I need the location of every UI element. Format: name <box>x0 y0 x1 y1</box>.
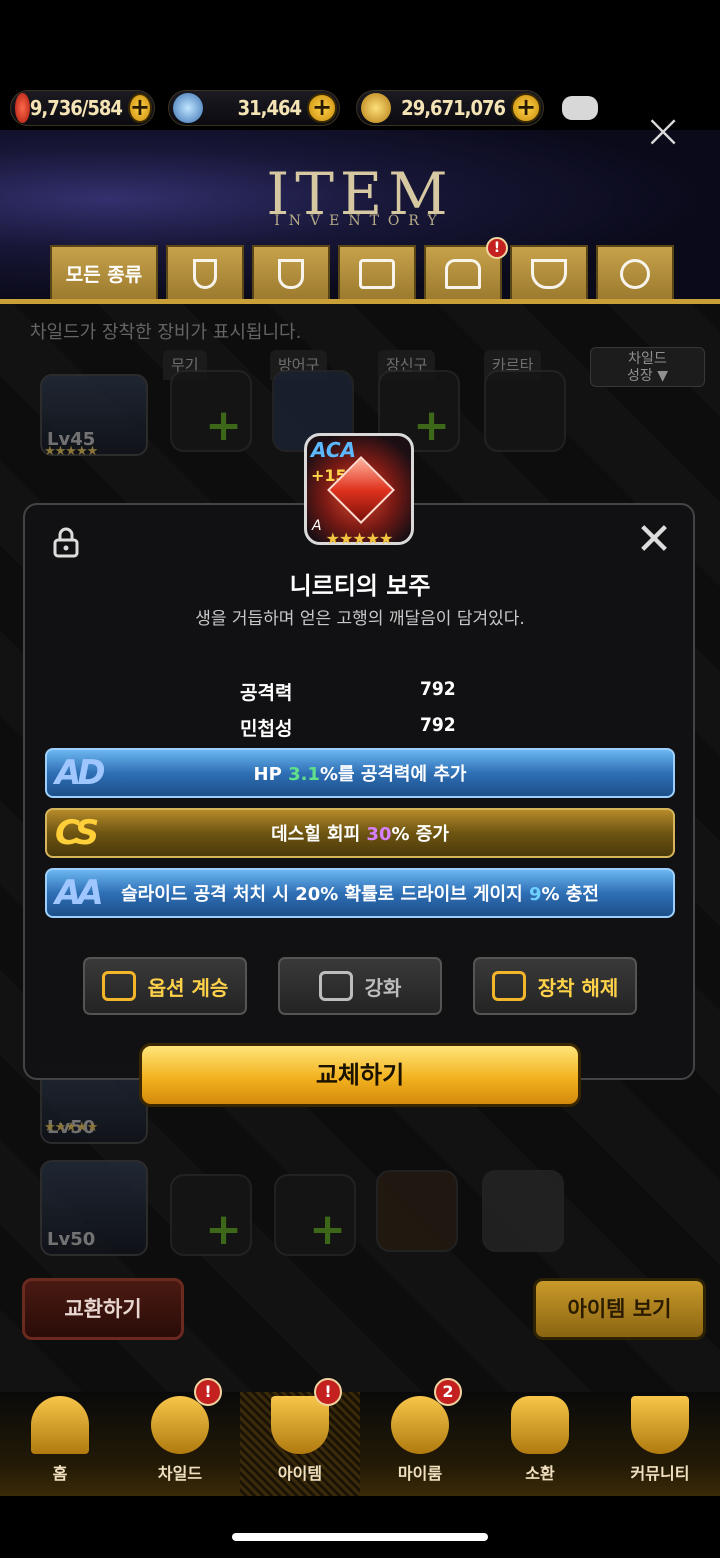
lock-icon[interactable] <box>50 526 82 558</box>
popup-close-icon[interactable]: ✕ <box>632 518 676 564</box>
option-row: AA 슬라이드 공격 처치 시 20% 확률로 드라이브 게이지 9% 충전 <box>45 868 675 918</box>
tab-all[interactable]: 모든 종류 <box>50 245 158 300</box>
nav-item-badge: ! <box>314 1378 342 1406</box>
tab-potion[interactable] <box>252 245 330 300</box>
stat-row: 공격력 792 <box>240 678 460 705</box>
home-indicator[interactable] <box>232 1533 488 1541</box>
sword-shield-icon <box>193 258 217 289</box>
nav-community-label: 커뮤니티 <box>630 1464 690 1483</box>
option-text: HP 3.1%를 공격력에 추가 <box>253 764 467 785</box>
nav-item-label: 아이템 <box>277 1464 323 1483</box>
option-text: 슬라이드 공격 처치 시 20% 확률로 드라이브 게이지 9% 충전 <box>121 884 599 905</box>
nav-child-badge: ! <box>194 1378 222 1406</box>
heart-icon <box>15 93 30 123</box>
bottom-nav: 홈 차일드 ! 아이템 ! 마이룸 2 소환 커뮤니티 <box>0 1378 720 1496</box>
emblem-icon <box>620 258 650 289</box>
stat-label: 공격력 <box>240 682 293 704</box>
stamina-counter: 9,736/584 + <box>10 90 155 126</box>
nav-home-label: 홈 <box>52 1464 68 1483</box>
nav-community[interactable]: 커뮤니티 <box>600 1392 720 1496</box>
option-tag: AD <box>55 753 106 793</box>
sword-shield-icon <box>271 1396 329 1454</box>
replace-button[interactable]: 교체하기 <box>139 1043 581 1107</box>
page-subtitle: INVENTORY <box>274 213 446 229</box>
nav-myroom-badge: 2 <box>434 1378 462 1406</box>
nav-item[interactable]: 아이템 ! <box>240 1378 360 1496</box>
stat-row: 민첩성 792 <box>240 714 460 741</box>
share-icon <box>101 971 136 1001</box>
tab-weapon[interactable] <box>166 245 244 300</box>
item-name: 니르티의 보주 <box>289 572 431 600</box>
resource-bar: 9,736/584 + 31,464 + 29,671,076 + <box>0 90 720 130</box>
flask-icon <box>278 258 304 289</box>
item-description: 생을 거듭하며 얻은 고행의 깨달음이 담겨있다. <box>195 609 525 629</box>
chat-icon[interactable] <box>562 96 598 120</box>
tab-bath[interactable] <box>510 245 588 300</box>
nav-myroom[interactable]: 마이룸 2 <box>360 1378 480 1496</box>
bath-icon <box>531 258 567 289</box>
tab-card[interactable] <box>338 245 416 300</box>
export-icon <box>491 971 526 1001</box>
add-stamina-button[interactable]: + <box>127 93 152 123</box>
crown-wreath-icon <box>391 1396 449 1454</box>
gold-counter: 29,671,076 + <box>356 90 544 126</box>
gem-icon <box>173 93 203 123</box>
option-text: 데스힐 회피 30% 증가 <box>271 824 449 845</box>
close-icon[interactable]: × <box>643 107 683 155</box>
add-gems-button[interactable]: + <box>307 93 337 123</box>
nav-child[interactable]: 차일드 ! <box>120 1378 240 1496</box>
gem-counter: 31,464 + <box>168 90 340 126</box>
view-items-button[interactable]: 아이템 보기 <box>533 1278 706 1340</box>
item-grade: ACA <box>311 438 357 462</box>
nav-summon-label: 소환 <box>525 1464 555 1483</box>
nav-home[interactable]: 홈 <box>0 1392 120 1496</box>
enhance-button[interactable]: 강화 <box>275 954 445 1018</box>
add-gold-button[interactable]: + <box>511 93 541 123</box>
option-row: AD HP 3.1%를 공격력에 추가 <box>45 748 675 798</box>
stamina-value: 9,736/584 <box>29 96 123 120</box>
unequip-button[interactable]: 장착 해제 <box>470 954 640 1018</box>
gold-value: 29,671,076 <box>401 96 506 120</box>
shield-icon <box>631 1396 689 1454</box>
card-icon <box>359 258 395 289</box>
shirt-icon <box>445 258 481 289</box>
enhance-label: 강화 <box>364 975 402 1000</box>
nav-summon[interactable]: 소환 <box>480 1392 600 1496</box>
trade-button[interactable]: 교환하기 <box>22 1278 184 1340</box>
option-tag: CS <box>55 813 99 853</box>
gem-value: 31,464 <box>237 96 302 120</box>
tab-costume[interactable]: ! <box>424 237 508 300</box>
tab-costume-badge: ! <box>486 237 508 259</box>
flame-icon <box>151 1396 209 1454</box>
option-row: CS 데스힐 회피 30% 증가 <box>45 808 675 858</box>
stat-value: 792 <box>420 678 456 700</box>
option-tag: AA <box>55 873 104 913</box>
nav-child-label: 차일드 <box>157 1464 203 1483</box>
anvil-icon <box>318 971 353 1001</box>
nav-myroom-label: 마이룸 <box>397 1464 443 1483</box>
item-stars: ★★★★★ <box>325 529 394 548</box>
potion-bag-icon <box>511 1396 569 1454</box>
stat-label: 민첩성 <box>240 718 293 740</box>
home-arch-icon <box>31 1396 89 1454</box>
stat-value: 792 <box>420 714 456 736</box>
category-tabs: 모든 종류 ! <box>50 237 674 300</box>
unequip-label: 장착 해제 <box>537 975 619 1000</box>
coin-stack-icon <box>361 93 391 123</box>
tab-emblem[interactable] <box>596 245 674 300</box>
inherit-option-button[interactable]: 옵션 계승 <box>80 954 250 1018</box>
inherit-option-label: 옵션 계승 <box>147 975 229 1000</box>
